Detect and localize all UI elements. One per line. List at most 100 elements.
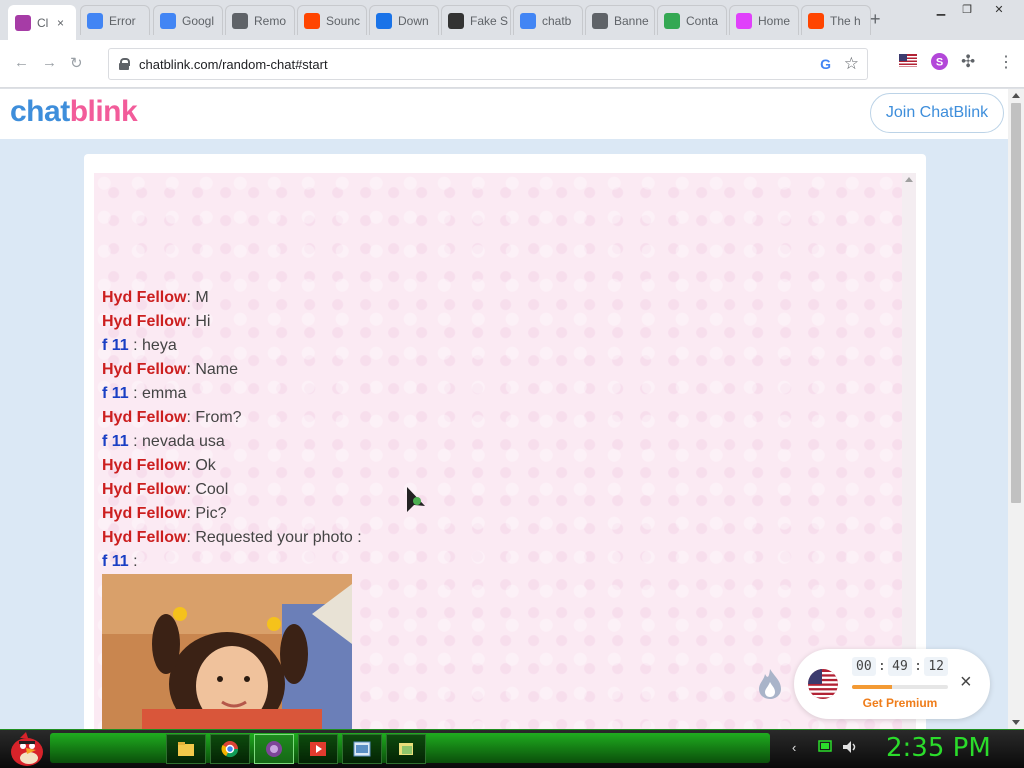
chat-message: Hyd Fellow: Requested your photo : [102, 526, 882, 550]
message-separator: : [186, 529, 196, 546]
stranger-name: Hyd Fellow [102, 313, 187, 330]
tab-title: Fake S [470, 13, 509, 28]
close-tab-icon[interactable]: × [57, 16, 71, 30]
minimize-icon[interactable]: ▁ [928, 1, 954, 17]
play-icon [664, 12, 680, 29]
taskbar-chrome-icon[interactable] [210, 734, 250, 764]
browser-tab[interactable]: Cl × [8, 5, 76, 40]
join-chatblink-button[interactable]: Join ChatBlink [870, 93, 1004, 133]
extensions-puzzle-icon[interactable]: ✣ [961, 52, 975, 72]
chat-message: f 11 : emma [102, 382, 882, 406]
reload-icon[interactable]: ↻ [70, 54, 83, 72]
chat-log[interactable]: Hyd Fellow: M Hyd Fellow: Hi f 11 : heya Hy… [94, 173, 916, 729]
browser-toolbar: ← → ↻ chatblink.com/random-chat#start G … [0, 40, 1024, 88]
browser-tab[interactable]: Banne [585, 5, 655, 35]
get-premium-link[interactable]: Get Premium [852, 696, 948, 710]
message-separator: : [186, 457, 196, 474]
you-name: f 11 [102, 385, 129, 402]
browser-tab[interactable]: Conta [657, 5, 727, 35]
forward-icon[interactable]: → [42, 54, 57, 71]
bookmark-star-icon[interactable]: ☆ [844, 54, 859, 74]
new-tab-button[interactable]: + [870, 9, 881, 30]
chat-scroll-up-icon[interactable] [905, 177, 913, 182]
tab-title: Banne [614, 13, 649, 28]
stranger-name: Hyd Fellow [102, 505, 187, 522]
message-text: From? [195, 409, 242, 426]
chat-message: Hyd Fellow: Pic? [102, 502, 882, 526]
tab-title: Cl [37, 16, 49, 30]
tab-title: Googl [182, 13, 215, 28]
us-flag-extension-icon[interactable] [899, 54, 917, 72]
message-text: Name [195, 361, 239, 378]
us-flag-icon [808, 669, 838, 699]
globe-icon [592, 12, 608, 29]
chat-message: Hyd Fellow: From? [102, 406, 882, 430]
tray-battery-icon[interactable] [818, 740, 832, 755]
back-icon[interactable]: ← [14, 54, 29, 71]
browser-tab[interactable]: Fake S [441, 5, 511, 35]
lock-icon[interactable] [119, 58, 130, 70]
browser-tab[interactable]: Sounc [297, 5, 367, 35]
system-clock[interactable]: 2:35 PM [886, 733, 991, 763]
message-text: M [195, 289, 209, 306]
chat-scrollbar[interactable] [902, 173, 916, 729]
stranger-name: Hyd Fellow [102, 481, 187, 498]
tab-title: Down [398, 13, 429, 28]
browser-tab[interactable]: Error [80, 5, 150, 35]
address-bar[interactable]: chatblink.com/random-chat#start G ☆ [108, 48, 868, 80]
browser-tab[interactable]: Down [369, 5, 439, 35]
taskbar-media-icon[interactable] [298, 734, 338, 764]
restore-icon[interactable]: ❐ [954, 1, 980, 17]
start-angry-bird-icon[interactable] [6, 730, 46, 768]
browser-tab[interactable]: The h [801, 5, 871, 35]
message-text: Ok [195, 457, 216, 474]
timer-separator: : [914, 659, 922, 674]
chat-message: Hyd Fellow: Hi [102, 310, 882, 334]
tab-title: Home [758, 13, 791, 28]
chat-message: f 11 : nevada usa [102, 430, 882, 454]
chat-card: Hyd Fellow: M Hyd Fellow: Hi f 11 : heya Hy… [84, 154, 926, 729]
scroll-thumb[interactable] [1011, 103, 1021, 503]
timer-separator: : [878, 659, 886, 674]
you-name: f 11 [102, 553, 129, 570]
stranger-name: Hyd Fellow [102, 409, 187, 426]
taskbar-folder-icon[interactable] [166, 734, 206, 764]
reddit-icon [304, 12, 320, 29]
chat-message: Hyd Fellow: Cool [102, 478, 882, 502]
site-header: chatblink Join ChatBlink [0, 89, 1008, 139]
tray-volume-icon[interactable] [842, 740, 858, 757]
message-separator: : [186, 505, 196, 522]
taskbar-tor-icon[interactable] [254, 734, 294, 764]
globe-icon [232, 12, 248, 29]
timer-readout: 00 : 49 : 12 [852, 657, 948, 676]
close-timer-icon[interactable]: × [960, 671, 972, 694]
browser-tab[interactable]: chatb [513, 5, 583, 35]
google-lens-icon[interactable]: G [820, 56, 831, 72]
browser-menu-icon[interactable]: ⋮ [998, 52, 1014, 72]
browser-tab[interactable]: Remo [225, 5, 295, 35]
fire-icon[interactable] [757, 668, 783, 700]
scroll-up-icon[interactable] [1012, 93, 1020, 98]
message-text: nevada usa [142, 433, 225, 450]
tray-chevron-icon[interactable]: ‹ [792, 740, 796, 755]
tab-title: Sounc [326, 13, 361, 28]
message-separator: : [128, 385, 143, 402]
shared-photo[interactable] [102, 574, 352, 729]
taskbar-screen-icon[interactable] [342, 734, 382, 764]
person-icon [448, 12, 464, 29]
scroll-down-icon[interactable] [1012, 720, 1020, 725]
page-scrollbar[interactable] [1008, 89, 1024, 729]
taskbar-files-icon[interactable] [386, 734, 426, 764]
timer-progress-bar [852, 685, 948, 689]
s-extension-icon[interactable]: S [931, 53, 948, 75]
timer-seconds: 12 [924, 657, 948, 676]
browser-tab[interactable]: Googl [153, 5, 223, 35]
message-separator: : [128, 433, 143, 450]
message-separator: : [128, 337, 143, 354]
mouse-cursor-icon [405, 486, 431, 516]
url-text[interactable]: chatblink.com/random-chat#start [139, 57, 328, 72]
close-window-icon[interactable]: ✕ [986, 1, 1012, 17]
message-separator: : [186, 409, 196, 426]
browser-tab[interactable]: Home [729, 5, 799, 35]
chatblink-logo[interactable]: chatblink [10, 95, 138, 129]
